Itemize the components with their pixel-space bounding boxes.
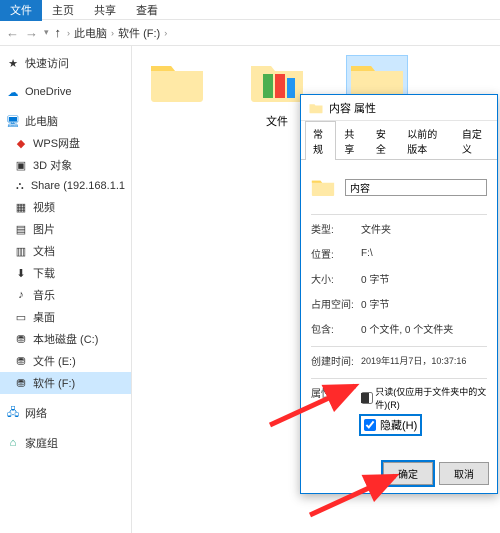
folder-icon bbox=[149, 58, 205, 104]
created-label: 创建时间: bbox=[311, 353, 361, 368]
homegroup-icon: ⌂ bbox=[6, 436, 20, 450]
cloud-icon: ☁ bbox=[6, 85, 20, 99]
ribbon-tabs: 文件 主页 共享 查看 bbox=[0, 0, 500, 20]
doc-icon: ▥ bbox=[14, 244, 28, 258]
breadcrumb[interactable]: › 此电脑 › 软件 (F:) › bbox=[67, 25, 167, 41]
chevron-icon: › bbox=[111, 28, 114, 38]
network-icon: 🖧 bbox=[6, 406, 20, 420]
readonly-checkbox[interactable]: 只读(仅应用于文件夹中的文件)(R) bbox=[361, 385, 487, 411]
dialog-buttons: 确定 取消 bbox=[383, 462, 489, 485]
pc-icon: 🖥 bbox=[6, 114, 20, 128]
wps-icon: ◆ bbox=[14, 136, 28, 150]
ribbon-file[interactable]: 文件 bbox=[0, 0, 42, 21]
nav-dropdown-icon[interactable]: ▾ bbox=[44, 27, 49, 38]
nav-back-icon[interactable]: ← bbox=[6, 25, 19, 40]
picture-icon: ▤ bbox=[14, 222, 28, 236]
desktop-icon: ▭ bbox=[14, 310, 28, 324]
properties-dialog: 内容 属性 常规 共享 安全 以前的版本 自定义 类型:文件夹 位置:F:\ 大… bbox=[300, 94, 498, 494]
sidebar: ★快速访问 ☁OneDrive 🖥此电脑 ◆WPS网盘 ▣3D 对象 ⛬Shar… bbox=[0, 46, 132, 533]
contain-value: 0 个文件, 0 个文件夹 bbox=[361, 321, 487, 336]
dialog-title: 内容 属性 bbox=[329, 100, 376, 116]
sidebar-filee[interactable]: ⛃文件 (E:) bbox=[0, 350, 131, 372]
ok-button[interactable]: 确定 bbox=[383, 462, 433, 485]
dialog-body: 类型:文件夹 位置:F:\ 大小:0 字节 占用空间:0 字节 包含:0 个文件… bbox=[301, 160, 497, 459]
music-icon: ♪ bbox=[14, 288, 28, 302]
drive-icon: ⛃ bbox=[14, 376, 28, 390]
type-label: 类型: bbox=[311, 221, 361, 236]
loc-label: 位置: bbox=[311, 246, 361, 261]
ribbon-share[interactable]: 共享 bbox=[84, 0, 126, 21]
folder-icon bbox=[311, 170, 335, 204]
dialog-tabs: 常规 共享 安全 以前的版本 自定义 bbox=[301, 121, 497, 160]
sidebar-thispc[interactable]: 🖥此电脑 bbox=[0, 110, 131, 132]
chevron-icon: › bbox=[67, 28, 70, 38]
tab-security[interactable]: 安全 bbox=[368, 121, 399, 160]
created-value: 2019年11月7日，10:37:16 bbox=[361, 354, 487, 367]
folder-icon bbox=[309, 102, 323, 114]
attr-label: 属性: bbox=[311, 385, 361, 400]
tab-general[interactable]: 常规 bbox=[305, 121, 336, 160]
size-label: 大小: bbox=[311, 271, 361, 286]
folder-item[interactable] bbox=[142, 56, 212, 113]
sidebar-videos[interactable]: ▦视频 bbox=[0, 196, 131, 218]
ribbon-view[interactable]: 查看 bbox=[126, 0, 168, 21]
nav-up-icon[interactable]: ↑ bbox=[55, 25, 62, 40]
type-value: 文件夹 bbox=[361, 221, 487, 236]
sidebar-softf[interactable]: ⛃软件 (F:) bbox=[0, 372, 131, 394]
sidebar-desktop[interactable]: ▭桌面 bbox=[0, 306, 131, 328]
hidden-checkbox[interactable]: 隐藏(H) bbox=[361, 416, 420, 434]
nav-fwd-icon: → bbox=[25, 25, 38, 40]
tab-prev[interactable]: 以前的版本 bbox=[399, 121, 454, 160]
sidebar-music[interactable]: ♪音乐 bbox=[0, 284, 131, 306]
sidebar-localc[interactable]: ⛃本地磁盘 (C:) bbox=[0, 328, 131, 350]
nav-bar: ← → ▾ ↑ › 此电脑 › 软件 (F:) › bbox=[0, 20, 500, 46]
crumb-drive[interactable]: 软件 (F:) bbox=[118, 25, 160, 41]
folder-label: 文件 bbox=[266, 113, 288, 129]
ribbon-home[interactable]: 主页 bbox=[42, 0, 84, 21]
contain-label: 包含: bbox=[311, 321, 361, 336]
video-icon: ▦ bbox=[14, 200, 28, 214]
sidebar-homegroup[interactable]: ⌂家庭组 bbox=[0, 432, 131, 454]
sidebar-share[interactable]: ⛬Share (192.168.1.1 bbox=[0, 176, 131, 196]
tab-share[interactable]: 共享 bbox=[336, 121, 367, 160]
disk-value: 0 字节 bbox=[361, 296, 487, 311]
drive-icon: ⛃ bbox=[14, 332, 28, 346]
tab-custom[interactable]: 自定义 bbox=[454, 121, 493, 160]
size-value: 0 字节 bbox=[361, 271, 487, 286]
chevron-icon: › bbox=[164, 28, 167, 38]
sidebar-quick[interactable]: ★快速访问 bbox=[0, 52, 131, 74]
dialog-titlebar[interactable]: 内容 属性 bbox=[301, 95, 497, 121]
sidebar-3d[interactable]: ▣3D 对象 bbox=[0, 154, 131, 176]
star-icon: ★ bbox=[6, 56, 20, 70]
share-icon: ⛬ bbox=[14, 179, 26, 193]
sidebar-downloads[interactable]: ⬇下载 bbox=[0, 262, 131, 284]
sidebar-pictures[interactable]: ▤图片 bbox=[0, 218, 131, 240]
sidebar-documents[interactable]: ▥文档 bbox=[0, 240, 131, 262]
sidebar-wps[interactable]: ◆WPS网盘 bbox=[0, 132, 131, 154]
sidebar-network[interactable]: 🖧网络 bbox=[0, 402, 131, 424]
crumb-thispc[interactable]: 此电脑 bbox=[74, 25, 107, 41]
sidebar-onedrive[interactable]: ☁OneDrive bbox=[0, 82, 131, 102]
folder-open-icon bbox=[249, 58, 305, 104]
drive-icon: ⛃ bbox=[14, 354, 28, 368]
cube-icon: ▣ bbox=[14, 158, 28, 172]
download-icon: ⬇ bbox=[14, 266, 28, 280]
loc-value: F:\ bbox=[361, 248, 487, 259]
disk-label: 占用空间: bbox=[311, 296, 361, 311]
name-input[interactable] bbox=[345, 179, 487, 196]
cancel-button[interactable]: 取消 bbox=[439, 462, 489, 485]
